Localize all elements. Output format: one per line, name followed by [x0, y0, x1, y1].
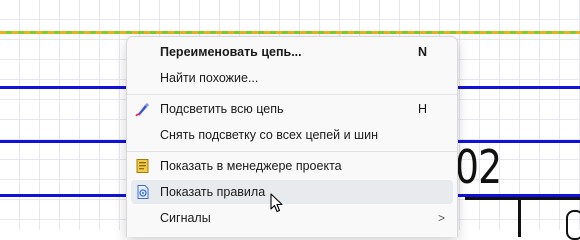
menu-item-rename-net[interactable]: Переименовать цепь... N [131, 40, 453, 64]
rules-document-icon [135, 184, 151, 200]
menu-item-show-in-manager[interactable]: Показать в менеджере проекта [131, 154, 453, 178]
menu-item-highlight-net[interactable]: Подсветить всю цепь H [131, 97, 453, 121]
menu-item-find-similar[interactable]: Найти похожие... [131, 66, 453, 90]
menu-separator [127, 151, 457, 152]
component-outline [465, 197, 580, 200]
project-manager-icon [135, 158, 151, 174]
menu-item-label: Показать в менеджере проекта [160, 159, 342, 173]
highlighted-net-wire[interactable] [0, 31, 580, 34]
menu-separator [127, 94, 457, 95]
chevron-right-icon: > [437, 211, 445, 225]
highlight-brush-icon [135, 101, 151, 117]
component-reference-text: 02 [455, 140, 502, 194]
shortcut-label: N [417, 45, 427, 59]
menu-item-label: Сигналы [160, 211, 211, 225]
component-outline [518, 197, 521, 237]
menu-item-label: Показать правила [160, 185, 266, 199]
menu-item-show-rules[interactable]: Показать правила [131, 180, 453, 204]
context-menu: Переименовать цепь... N Найти похожие...… [126, 36, 458, 237]
menu-item-signals[interactable]: Сигналы > [131, 206, 453, 230]
menu-item-label: Найти похожие... [160, 71, 259, 85]
menu-item-label: Снять подсветку со всех цепей и шин [160, 128, 378, 142]
shortcut-label: H [417, 102, 427, 116]
menu-item-label: Переименовать цепь... [160, 45, 302, 59]
component-pin [566, 210, 580, 240]
menu-item-clear-highlight[interactable]: Снять подсветку со всех цепей и шин [131, 123, 453, 147]
menu-item-label: Подсветить всю цепь [160, 102, 284, 116]
mouse-pointer-icon [270, 193, 284, 213]
